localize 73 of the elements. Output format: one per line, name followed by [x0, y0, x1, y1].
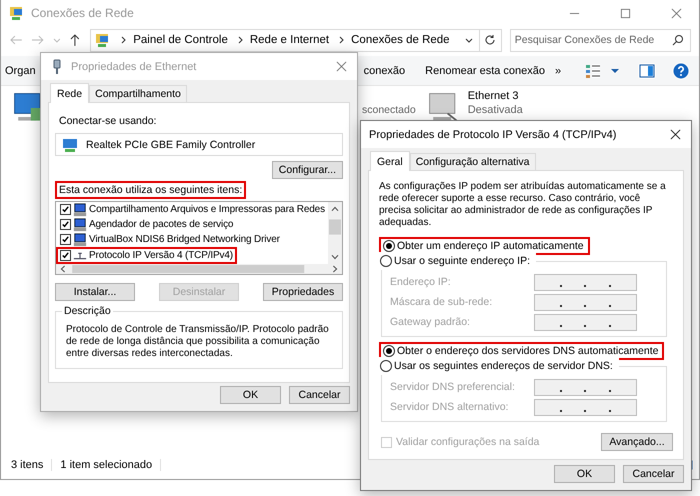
dialog-title: Propriedades de Protocolo IP Versão 4 (TCP/IPv4): [369, 128, 616, 140]
refresh-icon: [484, 34, 496, 46]
field-label: Endereço IP:: [390, 276, 452, 288]
status-text: 1 item selecionado: [60, 459, 162, 471]
action-button[interactable]: Propriedades: [263, 283, 343, 301]
dropdown-caret-icon[interactable]: [464, 36, 473, 44]
breadcrumb-link[interactable]: Painel de Controle: [133, 34, 228, 46]
horizontal-scrollbar[interactable]: [56, 264, 342, 274]
checkbox[interactable]: [60, 250, 71, 261]
checkbox[interactable]: [60, 204, 71, 215]
window-title: Conexões de Rede: [31, 6, 134, 20]
chevron-icon: [339, 36, 346, 44]
items-label: Esta conexão utiliza os seguintes itens:: [55, 181, 246, 199]
field-label: Servidor DNS alternativo:: [390, 401, 510, 413]
connect-label: Conectar-se usando:: [58, 114, 158, 129]
chevron-icon: [121, 36, 128, 44]
help-icon[interactable]: [673, 62, 689, 78]
chevron-icon: [238, 36, 244, 44]
close-icon[interactable]: [670, 129, 681, 140]
breadcrumb-link[interactable]: Conexões de Rede: [351, 34, 450, 46]
list-item[interactable]: Agendador de pacotes de serviço: [56, 217, 238, 232]
adapter-field: Realtek PCIe GBE Family Controller: [55, 133, 343, 156]
toolbar-command[interactable]: Renomear esta conexão: [425, 64, 546, 76]
ip-address-field[interactable]: [534, 378, 637, 396]
group-title: Descrição: [62, 305, 113, 317]
toolbar-command[interactable]: Organ: [5, 64, 36, 76]
caret-icon[interactable]: [611, 66, 619, 74]
dialog-button[interactable]: Cancelar: [623, 465, 684, 483]
ip-address-field[interactable]: [534, 294, 637, 310]
dialog-button[interactable]: OK: [220, 386, 281, 404]
radio-option[interactable]: Usar os seguintes endereços de servidor DNS:: [376, 357, 619, 375]
maximize-icon[interactable]: [620, 8, 631, 18]
dialog-title: Propriedades de Ethernet: [71, 60, 196, 72]
radio-option[interactable]: Usar o seguinte endereço IP:: [376, 252, 536, 270]
vertical-scrollbar[interactable]: [328, 202, 342, 264]
tab[interactable]: Configuração alternativa: [410, 153, 536, 170]
toolbar-command[interactable]: conexão: [364, 64, 406, 76]
search-field[interactable]: Pesquisar Conexões de Rede: [510, 28, 691, 52]
connection-name[interactable]: Ethernet 3: [468, 90, 523, 103]
ip-address-field[interactable]: [534, 398, 637, 416]
network-adapter-icon: [62, 136, 78, 152]
toolbar-command[interactable]: »: [555, 64, 562, 76]
network-service-icon: [73, 232, 87, 246]
address-bar[interactable]: Painel de Controle Rede e Internet Conexões de Rede: [90, 28, 502, 52]
view-options-icon[interactable]: [585, 62, 601, 78]
ip-address-field[interactable]: [534, 314, 637, 330]
checkbox[interactable]: [60, 219, 71, 230]
advanced-button[interactable]: Avançado...: [601, 433, 673, 451]
list-item[interactable]: Compartilhamento Arquivos e Impressoras para Redes: [56, 202, 329, 217]
connection-status: Desativada: [468, 104, 523, 117]
connection-status: sconectado: [362, 104, 416, 116]
field-label: Máscara de sub-rede:: [390, 296, 494, 308]
status-text: 3 itens: [11, 459, 52, 471]
breadcrumb-link[interactable]: Rede e Internet: [250, 34, 330, 46]
search-icon: [672, 34, 684, 46]
dialog-button[interactable]: Cancelar: [289, 386, 350, 404]
network-folder-icon: [9, 5, 25, 21]
checkbox[interactable]: [60, 234, 71, 245]
network-service-icon: [73, 218, 87, 232]
dialog-button[interactable]: OK: [554, 465, 615, 483]
description-text: Protocolo de Controle de Transmissão/IP. Protocolo padrão de rede de longa distância que possibilita a comunicação entre diversas redes interconectadas.: [66, 324, 330, 360]
tab[interactable]: Compartilhamento: [89, 85, 187, 102]
preview-pane-icon[interactable]: [639, 62, 655, 78]
tab[interactable]: Rede: [50, 83, 90, 103]
field-label: Servidor DNS preferencial:: [390, 381, 516, 393]
field-label: Gateway padrão:: [390, 316, 471, 328]
list-item[interactable]: VirtualBox NDIS6 Bridged Networking Driver: [56, 232, 284, 247]
intro-text: As configurações IP podem ser atribuídas automaticamente se a rede oferecer suporte a esse recurso. Caso contrário, você precisa solicitar ao administrador de rede as configurações IP adequadas.: [379, 181, 667, 229]
list-item[interactable]: Protocolo IP Versão 4 (TCP/IPv4): [56, 247, 237, 264]
tab[interactable]: Geral: [370, 151, 410, 171]
action-button[interactable]: Instalar...: [55, 283, 135, 301]
configure-button[interactable]: Configurar...: [272, 161, 343, 179]
ip-address-field[interactable]: [534, 274, 637, 290]
